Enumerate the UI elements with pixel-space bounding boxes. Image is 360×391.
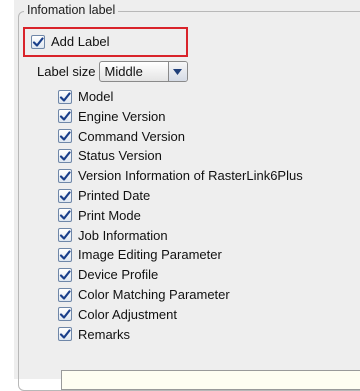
option-checkbox[interactable] <box>58 247 72 262</box>
option-checkbox-row[interactable]: Model <box>58 89 113 104</box>
option-checkbox[interactable] <box>58 89 72 104</box>
option-label: Status Version <box>78 148 162 164</box>
option-label: Color Matching Parameter <box>78 287 230 302</box>
option-checkbox[interactable] <box>58 109 72 124</box>
add-label-checkbox-row[interactable]: Add Label <box>31 34 110 49</box>
checkmark-icon <box>59 329 71 339</box>
option-checkbox-row[interactable]: Version Information of RasterLink6Plus <box>58 168 303 183</box>
option-checkbox[interactable] <box>58 267 72 282</box>
option-checkbox[interactable] <box>58 208 72 223</box>
option-label: Device Profile <box>78 267 159 283</box>
checkmark-icon <box>59 111 71 121</box>
option-label: Print Mode <box>78 207 141 223</box>
option-label: Command Version <box>78 128 185 144</box>
label-size-label: Label size <box>37 64 96 79</box>
option-checkbox[interactable] <box>58 327 72 342</box>
option-checkbox-row[interactable]: Status Version <box>58 148 162 163</box>
add-label-checkbox[interactable] <box>31 34 45 49</box>
option-checkbox-row[interactable]: Print Mode <box>58 208 141 223</box>
add-label-text: Add Label <box>51 34 110 49</box>
checkmark-icon <box>59 270 71 280</box>
option-checkbox-row[interactable]: Job Information <box>58 228 168 243</box>
checkmark-icon <box>59 91 71 102</box>
option-label: Color Adjustment <box>78 306 177 322</box>
option-checkbox[interactable] <box>58 188 72 203</box>
checkmark-icon <box>59 309 71 319</box>
checkmark-icon <box>32 36 44 47</box>
chevron-down-icon[interactable] <box>167 62 187 81</box>
option-checkbox-row[interactable]: Printed Date <box>58 188 150 203</box>
option-checkbox[interactable] <box>58 307 72 322</box>
label-size-value: Middle <box>104 64 143 79</box>
option-checkbox-row[interactable]: Command Version <box>58 129 185 144</box>
option-checkbox[interactable] <box>58 129 72 144</box>
option-label: Engine Version <box>78 108 166 124</box>
option-checkbox-row[interactable]: Engine Version <box>58 109 165 124</box>
option-checkbox[interactable] <box>58 148 72 163</box>
option-label: Image Editing Parameter <box>78 247 222 263</box>
option-checkbox-row[interactable]: Device Profile <box>58 267 158 282</box>
option-checkbox[interactable] <box>58 168 72 183</box>
checkmark-icon <box>59 131 71 141</box>
option-checkbox[interactable] <box>58 228 72 243</box>
groupbox-title: Infomation label <box>24 3 119 18</box>
checkmark-icon <box>59 250 71 260</box>
checkmark-icon <box>59 171 71 181</box>
option-checkbox-row[interactable]: Image Editing Parameter <box>58 247 222 262</box>
checkmark-icon <box>59 151 71 161</box>
checkmark-icon <box>59 289 71 300</box>
option-checkbox-row[interactable]: Color Adjustment <box>58 307 177 322</box>
option-label: Job Information <box>78 227 168 243</box>
option-label: Printed Date <box>78 188 151 203</box>
checkmark-icon <box>59 230 71 240</box>
option-checkbox-row[interactable]: Remarks <box>58 327 130 342</box>
remarks-input[interactable] <box>61 370 360 390</box>
option-label: Version Information of RasterLink6Plus <box>78 168 303 184</box>
checkmark-icon <box>59 190 71 201</box>
label-size-select[interactable]: Middle <box>98 61 188 82</box>
option-checkbox-row[interactable]: Color Matching Parameter <box>58 287 230 302</box>
option-label: Remarks <box>78 326 131 342</box>
option-label: Model <box>78 89 114 104</box>
option-checkbox[interactable] <box>58 287 72 302</box>
label-size-row: Label size Middle <box>37 61 188 82</box>
checkmark-icon <box>59 210 71 220</box>
